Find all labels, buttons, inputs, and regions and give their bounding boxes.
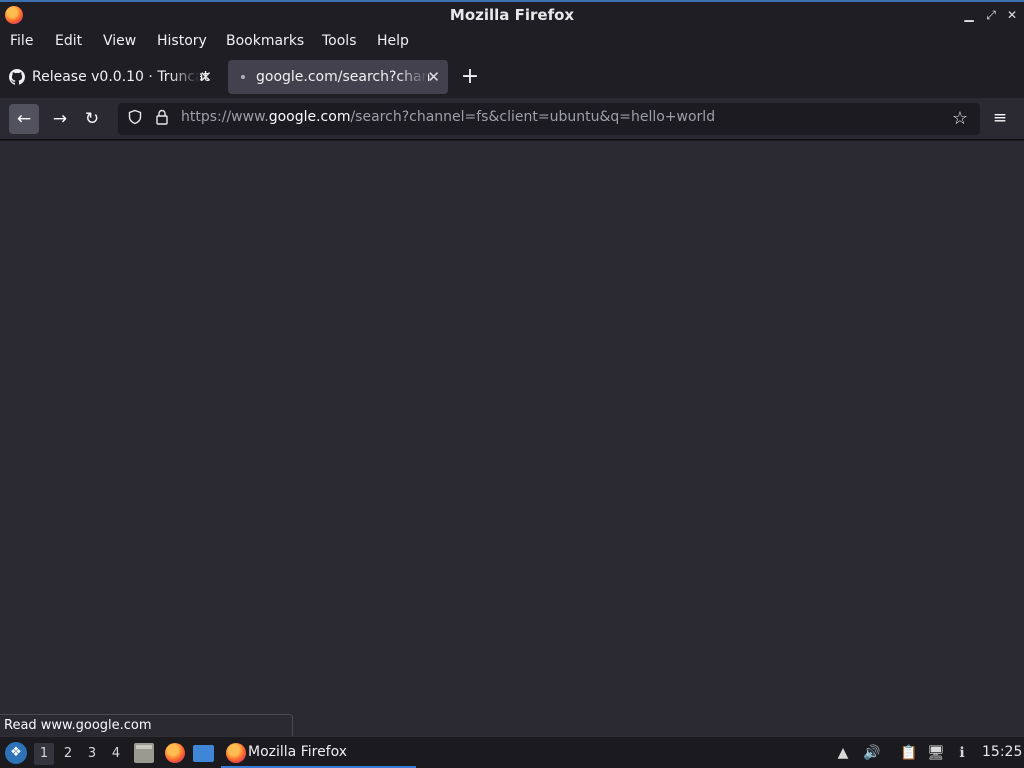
firefox-icon (226, 743, 246, 763)
url-prefix: https://www. (181, 109, 269, 125)
show-desktop-icon[interactable] (193, 745, 214, 762)
navigation-toolbar: ← → ↻ https://www.google.com/search?chan… (0, 98, 1024, 140)
tab-fade (170, 60, 200, 94)
menu-file[interactable]: File (10, 33, 33, 49)
forward-button[interactable]: → (45, 104, 75, 134)
minimize-icon[interactable]: ▁ (960, 6, 978, 24)
close-icon[interactable]: ✕ (1003, 6, 1021, 24)
menu-bookmarks[interactable]: Bookmarks (226, 33, 304, 49)
status-panel: Read www.google.com (0, 714, 293, 736)
workspace-3[interactable]: 3 (82, 743, 102, 765)
url-bar[interactable]: https://www.google.com/search?channel=fs… (118, 103, 980, 135)
volume-icon[interactable]: 🔊 (863, 743, 881, 763)
tab-fade (398, 60, 428, 94)
taskbar-task-firefox[interactable]: Mozilla Firefox (221, 738, 416, 768)
menu-bar: File Edit View History Bookmarks Tools H… (0, 28, 1024, 56)
start-menu-icon[interactable]: ❖ (5, 742, 27, 764)
loading-dot-icon (241, 75, 245, 79)
new-tab-button[interactable]: + (459, 62, 481, 92)
file-manager-icon[interactable] (134, 743, 154, 763)
notification-icon[interactable]: ℹ (953, 743, 971, 763)
url-domain: google.com (268, 109, 351, 125)
tracking-shield-icon[interactable] (125, 109, 145, 129)
menu-tools[interactable]: Tools (322, 33, 357, 49)
taskbar: ❖ 1 2 3 4 Mozilla Firefox ▲ 🔊 📋 🖥 ℹ 15:2… (0, 736, 1024, 768)
task-label: Mozilla Firefox (248, 744, 348, 760)
close-tab-icon[interactable]: ✕ (199, 60, 212, 94)
tab-google-search[interactable]: google.com/search?chan ✕ (228, 60, 448, 94)
menu-view[interactable]: View (103, 33, 136, 49)
workspace-1[interactable]: 1 (34, 743, 54, 765)
menu-edit[interactable]: Edit (55, 33, 82, 49)
firefox-launcher-icon[interactable] (165, 743, 185, 763)
menu-help[interactable]: Help (377, 33, 409, 49)
back-button[interactable]: ← (9, 104, 39, 134)
url-text[interactable]: https://www.google.com/search?channel=fs… (181, 109, 715, 125)
github-icon (9, 69, 25, 85)
window-titlebar: Mozilla Firefox ▁ ⤢ ✕ (0, 0, 1024, 28)
clock[interactable]: 15:25 (982, 744, 1022, 760)
maximize-icon[interactable]: ⤢ (982, 6, 1000, 24)
menu-history[interactable]: History (157, 33, 207, 49)
page-content[interactable] (0, 141, 1024, 736)
tray-updates-icon[interactable]: ▲ (834, 743, 852, 763)
bookmark-star-icon[interactable]: ☆ (950, 109, 970, 129)
app-menu-button[interactable]: ≡ (988, 104, 1012, 134)
window-title: Mozilla Firefox (449, 6, 575, 24)
tab-release[interactable]: Release v0.0.10 · Truncat ✕ (2, 60, 220, 94)
url-path: /search?channel=fs&client=ubuntu&q=hello… (350, 109, 716, 125)
workspace-4[interactable]: 4 (106, 743, 126, 765)
lock-icon[interactable] (152, 109, 172, 129)
workspace-2[interactable]: 2 (58, 743, 78, 765)
network-icon[interactable]: 🖥 (927, 743, 945, 763)
clipboard-icon[interactable]: 📋 (900, 743, 918, 763)
close-tab-icon[interactable]: ✕ (427, 60, 440, 94)
reload-button[interactable]: ↻ (77, 104, 107, 134)
